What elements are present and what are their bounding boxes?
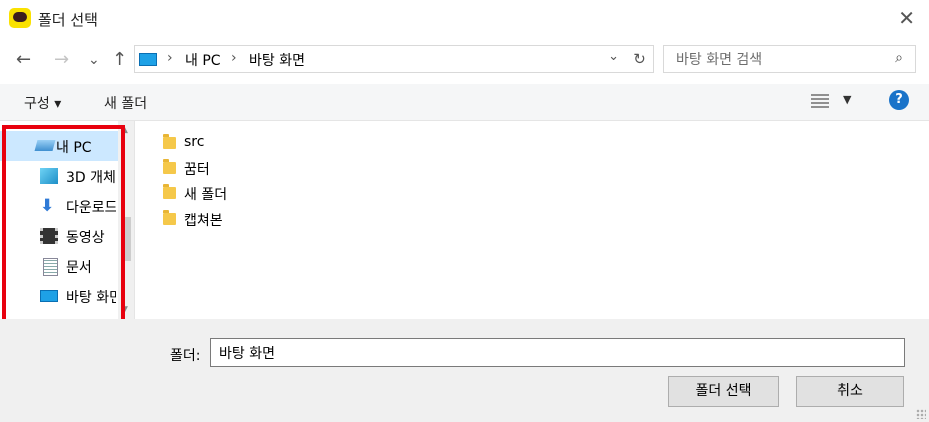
help-icon[interactable]: ? <box>889 90 909 110</box>
folder-icon <box>163 210 176 225</box>
new-folder-button[interactable]: 새 폴더 <box>104 93 147 113</box>
file-name: 캡쳐본 <box>184 213 223 229</box>
file-name: 꿈터 <box>184 162 210 178</box>
pc-icon <box>139 53 157 66</box>
refresh-button[interactable]: ↻ <box>626 45 654 73</box>
breadcrumb-desktop[interactable]: 바탕 화면 <box>249 50 305 70</box>
command-bar: 구성 ▾ 새 폴더 ▼ <box>0 84 929 121</box>
resize-grip[interactable] <box>916 409 926 419</box>
forward-button[interactable]: → <box>54 46 69 74</box>
file-name: src <box>184 134 205 150</box>
folder-label: 폴더: <box>170 348 201 364</box>
navigation-bar: ← → ⌄ ↑ › 내 PC › 바탕 화면 ⌄ ↻ ⌕ <box>0 38 929 84</box>
file-list: src 꿈터 새 폴더 캡쳐본 <box>135 121 929 319</box>
close-button[interactable]: ✕ <box>898 6 915 30</box>
folder-icon <box>163 159 176 174</box>
recent-locations-button[interactable]: ⌄ <box>88 46 100 74</box>
title-bar: 폴더 선택 ✕ <box>0 0 929 38</box>
breadcrumb-separator[interactable]: › <box>231 50 237 66</box>
search-input[interactable] <box>674 47 878 73</box>
highlight-box <box>2 125 125 326</box>
view-dropdown-icon[interactable]: ▼ <box>843 93 851 106</box>
address-dropdown-icon[interactable]: ⌄ <box>608 49 619 64</box>
folder-icon <box>163 134 176 149</box>
organize-button[interactable]: 구성 ▾ <box>24 93 61 113</box>
up-button[interactable]: ↑ <box>112 46 127 74</box>
back-button[interactable]: ← <box>16 46 31 74</box>
search-icon[interactable]: ⌕ <box>895 50 903 66</box>
file-name: 새 폴더 <box>184 187 228 203</box>
window-title: 폴더 선택 <box>38 11 98 29</box>
address-bar[interactable]: › 내 PC › 바탕 화면 ⌄ <box>134 45 654 73</box>
breadcrumb-my-pc[interactable]: 내 PC <box>185 50 221 70</box>
cancel-button[interactable]: 취소 <box>796 376 904 407</box>
kakaotalk-icon <box>9 8 31 28</box>
breadcrumb-separator[interactable]: › <box>167 50 173 66</box>
select-folder-button[interactable]: 폴더 선택 <box>668 376 779 407</box>
search-box[interactable]: ⌕ <box>663 45 916 73</box>
folder-icon <box>163 184 176 199</box>
footer: 폴더: 폴더 선택 취소 <box>0 319 929 422</box>
folder-name-input[interactable] <box>210 338 905 367</box>
view-options-icon[interactable] <box>811 94 829 108</box>
